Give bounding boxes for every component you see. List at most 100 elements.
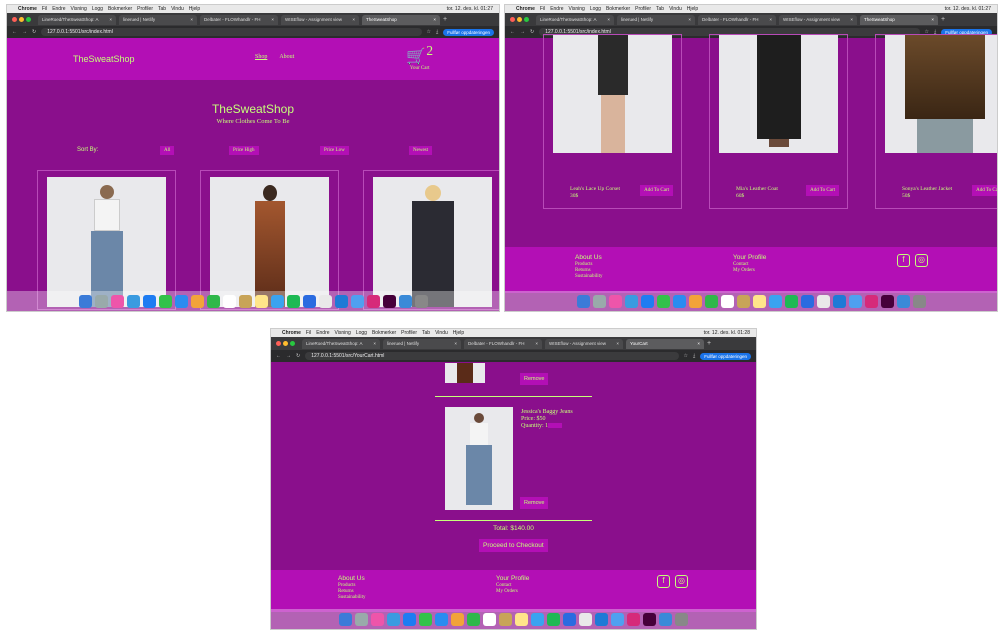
menu-profiler[interactable]: Profiler [401, 330, 417, 336]
slack-icon[interactable] [848, 294, 862, 308]
tab-sweatshop[interactable]: TheSweatShop × [362, 14, 440, 25]
close-icon[interactable]: × [433, 17, 436, 22]
tab-github[interactable]: LineRoed/TheSweatShop: A × [38, 14, 116, 25]
menu-visning[interactable]: Visning [71, 6, 87, 12]
product-image[interactable] [47, 177, 166, 307]
facetime-icon[interactable] [206, 294, 220, 308]
notes-icon[interactable] [736, 294, 750, 308]
photos-icon[interactable] [451, 612, 464, 626]
launchpad-icon[interactable] [110, 294, 124, 308]
close-icon[interactable]: × [688, 17, 691, 22]
xd-icon[interactable] [382, 294, 396, 308]
remove-button[interactable]: Remove [520, 373, 549, 385]
download-icon[interactable]: ⤓ [693, 353, 695, 359]
appstore-icon[interactable] [640, 294, 654, 308]
menu-vindu[interactable]: Vindu [171, 6, 184, 12]
slack-icon[interactable] [611, 612, 624, 626]
appstore-icon[interactable] [142, 294, 156, 308]
menu-logg[interactable]: Logg [356, 330, 367, 336]
product-image[interactable] [719, 35, 838, 153]
zoom-window-button[interactable] [26, 17, 31, 22]
menubar-app[interactable]: Chrome [18, 6, 37, 12]
stickies-icon[interactable] [254, 294, 268, 308]
update-button[interactable]: Fullfør oppdateringen [700, 352, 751, 360]
menu-logg[interactable]: Logg [590, 6, 601, 12]
add-to-cart-button[interactable]: Add To Cart [640, 185, 673, 196]
stickies-icon[interactable] [752, 294, 766, 308]
menu-tab[interactable]: Tab [422, 330, 430, 336]
chrome-icon[interactable] [318, 294, 332, 308]
chrome-icon[interactable] [816, 294, 830, 308]
nav-link-about[interactable]: About [279, 54, 294, 60]
appstore-icon[interactable] [403, 612, 416, 626]
menu-tab[interactable]: Tab [656, 6, 664, 12]
launchpad-icon[interactable] [371, 612, 384, 626]
settings-icon[interactable] [94, 294, 108, 308]
settings-icon[interactable] [355, 612, 368, 626]
new-tab-icon[interactable]: + [707, 340, 711, 347]
menu-bokmerker[interactable]: Bokmerker [606, 6, 630, 12]
close-icon[interactable]: × [373, 341, 376, 346]
download-icon[interactable]: ⤓ [436, 29, 438, 35]
menu-profiler[interactable]: Profiler [137, 6, 153, 12]
forward-icon[interactable]: → [22, 29, 27, 35]
photos-icon[interactable] [190, 294, 204, 308]
menu-fil[interactable]: Fil [540, 6, 545, 12]
tab-netlify[interactable]: linerued | Netlify × [383, 338, 461, 349]
notes-icon[interactable] [499, 612, 512, 626]
menu-visning[interactable]: Visning [569, 6, 585, 12]
minimize-window-button[interactable] [283, 341, 288, 346]
facebook-icon[interactable]: f [897, 254, 910, 267]
close-icon[interactable]: × [454, 341, 457, 346]
minimize-window-button[interactable] [517, 17, 522, 22]
menu-visning[interactable]: Visning [335, 330, 351, 336]
zoom-window-button[interactable] [290, 341, 295, 346]
close-window-button[interactable] [276, 341, 281, 346]
spotify-icon[interactable] [547, 612, 560, 626]
mail-icon[interactable] [174, 294, 188, 308]
star-icon[interactable]: ☆ [427, 29, 431, 35]
downloads-icon[interactable] [398, 294, 412, 308]
back-icon[interactable]: ← [12, 29, 17, 35]
menu-fil[interactable]: Fil [306, 330, 311, 336]
slack-icon[interactable] [350, 294, 364, 308]
remove-button[interactable]: Remove [520, 497, 549, 509]
downloads-icon[interactable] [896, 294, 910, 308]
quantity-input[interactable] [548, 423, 563, 429]
product-image[interactable] [885, 35, 997, 153]
close-icon[interactable]: × [769, 17, 772, 22]
close-icon[interactable]: × [109, 17, 112, 22]
checkout-button[interactable]: Proceed to Checkout [479, 539, 548, 552]
menu-vindu[interactable]: Vindu [669, 6, 682, 12]
footer-link-sustainability[interactable]: Sustainability [575, 274, 603, 280]
outlook-icon[interactable] [563, 612, 576, 626]
close-icon[interactable]: × [535, 341, 538, 346]
vscode-icon[interactable] [595, 612, 608, 626]
reload-icon[interactable]: ↻ [32, 29, 36, 35]
menu-hjelp[interactable]: Hjelp [453, 330, 464, 336]
tab-netlify[interactable]: linerued | Netlify × [119, 14, 197, 25]
product-image[interactable] [373, 177, 492, 307]
sort-all-button[interactable]: All [160, 145, 175, 155]
calendar-icon[interactable] [222, 294, 236, 308]
close-icon[interactable]: × [697, 341, 700, 346]
menu-bokmerker[interactable]: Bokmerker [372, 330, 396, 336]
sort-price-low-button[interactable]: Price Low [320, 145, 349, 155]
xd-icon[interactable] [880, 294, 894, 308]
tab-flowhandlr[interactable]: Delbater - FLOWhandlr - FH × [200, 14, 278, 25]
menu-hjelp[interactable]: Hjelp [189, 6, 200, 12]
messages-icon[interactable] [656, 294, 670, 308]
add-to-cart-button[interactable]: Add To Cart [806, 185, 839, 196]
close-icon[interactable]: × [607, 17, 610, 22]
menu-fil[interactable]: Fil [42, 6, 47, 12]
menu-tab[interactable]: Tab [158, 6, 166, 12]
url-input[interactable]: 127.0.0.1:5501/src/index.html [41, 28, 422, 36]
star-icon[interactable]: ☆ [684, 353, 688, 359]
forward-icon[interactable]: → [520, 29, 525, 35]
safari-icon[interactable] [387, 612, 400, 626]
reload-icon[interactable]: ↻ [296, 353, 300, 359]
finder-icon[interactable] [78, 294, 92, 308]
zoom-window-button[interactable] [524, 17, 529, 22]
tab-github[interactable]: LineRoed/TheSweatShop: A × [302, 338, 380, 349]
photos-icon[interactable] [688, 294, 702, 308]
